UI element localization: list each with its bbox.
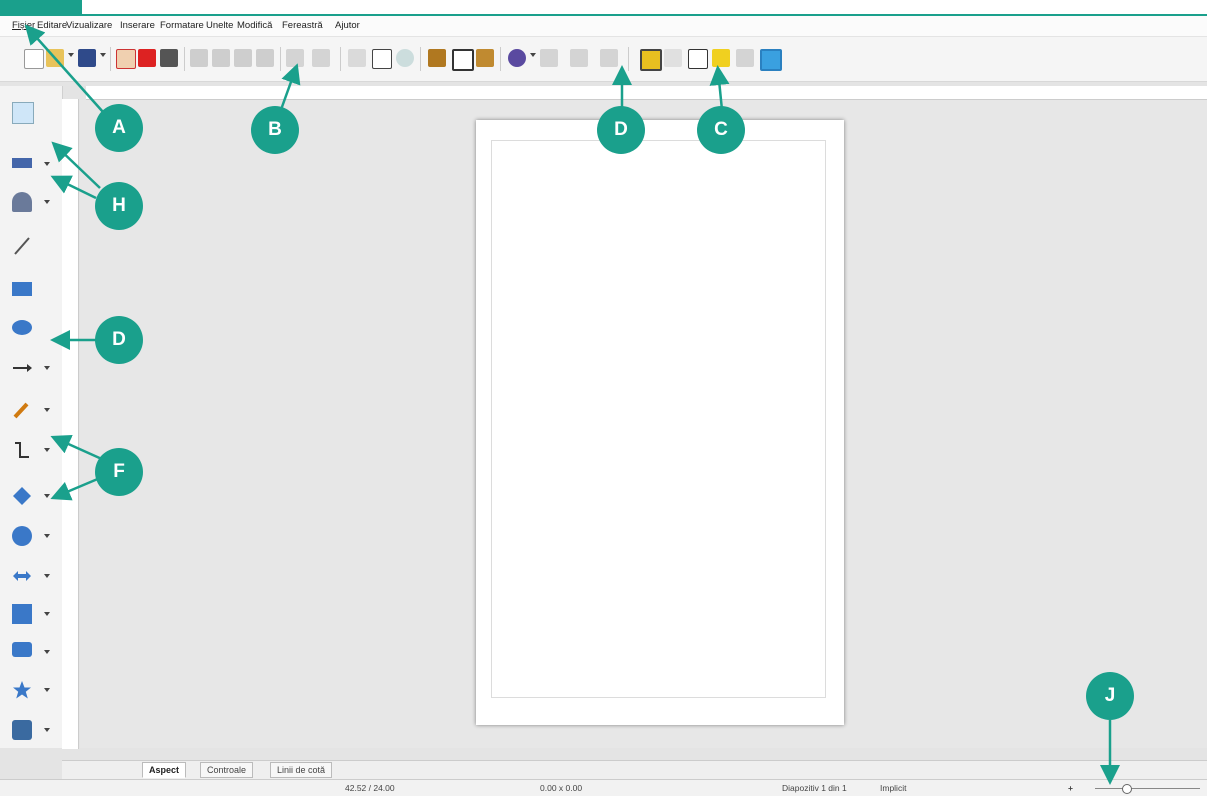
callout-c: C — [697, 106, 745, 154]
callout-b: B — [251, 106, 299, 154]
callout-a: A — [95, 104, 143, 152]
callout-h: H — [95, 182, 143, 230]
callout-f: F — [95, 448, 143, 496]
callout-d-left: D — [95, 316, 143, 364]
callout-d-top: D — [597, 106, 645, 154]
callout-j: J — [1086, 672, 1134, 720]
